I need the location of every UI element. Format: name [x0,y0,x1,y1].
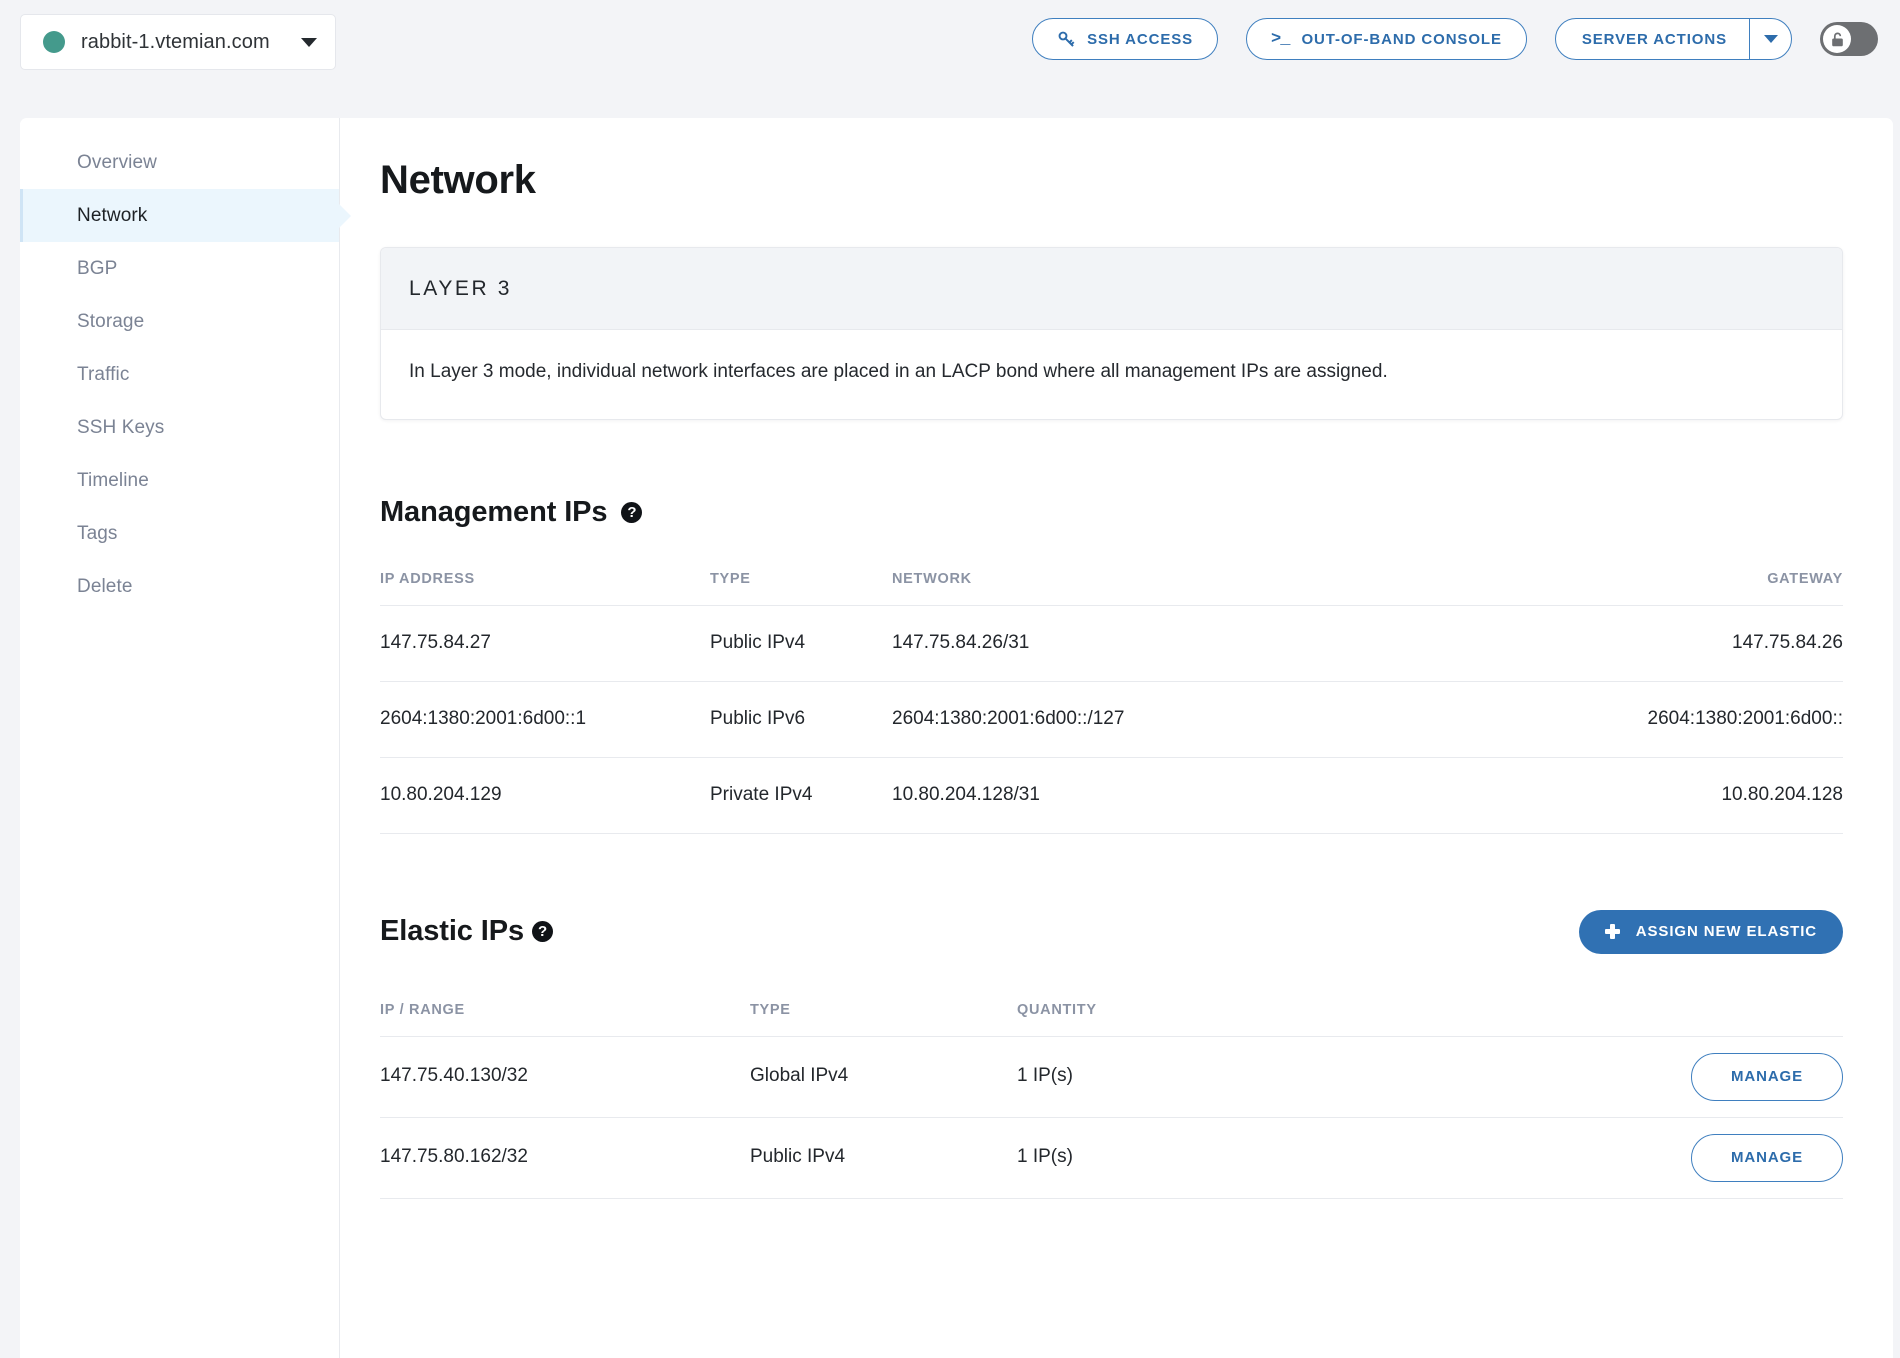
cell-ip-range: 147.75.40.130/32 [380,1036,750,1117]
server-selector[interactable]: rabbit-1.vtemian.com [20,14,336,70]
cell-type: Public IPv4 [750,1117,1017,1198]
table-header-row: IP ADDRESS TYPE NETWORK GATEWAY [380,571,1843,606]
assign-new-elastic-label: ASSIGN NEW ELASTIC [1636,923,1817,940]
sidebar-item-label: BGP [77,258,117,280]
sidebar-item-label: Delete [77,576,133,598]
plus-icon [1605,924,1620,939]
cell-quantity: 1 IP(s) [1017,1036,1653,1117]
layer-mode-heading: LAYER 3 [381,248,1842,330]
elastic-ips-title-label: Elastic IPs [380,915,524,948]
table-row: 147.75.84.27 Public IPv4 147.75.84.26/31… [380,605,1843,681]
sidebar-item-network[interactable]: Network [20,189,339,242]
elastic-ips-title: Elastic IPs ? [380,915,553,948]
sidebar-item-label: Storage [77,311,144,333]
sidebar: Overview Network BGP Storage Traffic SSH… [20,118,340,1358]
cell-type: Global IPv4 [750,1036,1017,1117]
column-header-ip-address: IP ADDRESS [380,571,710,606]
server-actions-label: SERVER ACTIONS [1556,19,1749,59]
server-actions-dropdown-toggle[interactable] [1749,19,1791,59]
cell-ip-address: 2604:1380:2001:6d00::1 [380,681,710,757]
out-of-band-console-button[interactable]: >_ OUT-OF-BAND CONSOLE [1246,18,1527,60]
sidebar-item-label: Timeline [77,470,149,492]
cell-type: Public IPv4 [710,605,892,681]
table-row: 147.75.40.130/32 Global IPv4 1 IP(s) MAN… [380,1036,1843,1117]
layer-mode-description: In Layer 3 mode, individual network inte… [381,330,1842,419]
sidebar-item-label: Overview [77,152,157,174]
column-header-ip-range: IP / RANGE [380,1002,750,1037]
table-row: 147.75.80.162/32 Public IPv4 1 IP(s) MAN… [380,1117,1843,1198]
help-icon[interactable]: ? [532,921,553,942]
content-area: Network LAYER 3 In Layer 3 mode, individ… [340,118,1893,1358]
terminal-prompt-icon: >_ [1271,30,1289,49]
cell-network: 10.80.204.128/31 [892,757,1409,833]
cell-gateway: 10.80.204.128 [1409,757,1843,833]
page-title: Network [380,158,1843,203]
table-row: 2604:1380:2001:6d00::1 Public IPv6 2604:… [380,681,1843,757]
table-header-row: IP / RANGE TYPE QUANTITY [380,1002,1843,1037]
top-actions: SSH ACCESS >_ OUT-OF-BAND CONSOLE SERVER… [1032,18,1878,60]
sidebar-item-label: Traffic [77,364,129,386]
sidebar-item-ssh-keys[interactable]: SSH Keys [20,401,339,454]
column-header-network: NETWORK [892,571,1409,606]
management-ips-table: IP ADDRESS TYPE NETWORK GATEWAY 147.75.8… [380,571,1843,834]
cell-network: 2604:1380:2001:6d00::/127 [892,681,1409,757]
elastic-ips-section: Elastic IPs ? ASSIGN NEW ELASTIC IP / RA… [380,910,1843,1199]
top-bar: rabbit-1.vtemian.com SSH ACCESS >_ OUT-O… [0,0,1900,82]
management-ips-section: Management IPs ? IP ADDRESS TYPE NETWORK… [380,496,1843,834]
column-header-type: TYPE [750,1002,1017,1037]
sidebar-item-tags[interactable]: Tags [20,507,339,560]
column-header-gateway: GATEWAY [1409,571,1843,606]
server-actions-button[interactable]: SERVER ACTIONS [1555,18,1792,60]
table-row: 10.80.204.129 Private IPv4 10.80.204.128… [380,757,1843,833]
chevron-down-icon [301,38,317,47]
sidebar-item-label: SSH Keys [77,417,164,439]
cell-network: 147.75.84.26/31 [892,605,1409,681]
out-of-band-console-label: OUT-OF-BAND CONSOLE [1301,31,1501,48]
cell-ip-address: 10.80.204.129 [380,757,710,833]
column-header-actions [1653,1002,1843,1037]
cell-actions: MANAGE [1653,1036,1843,1117]
cell-type: Public IPv6 [710,681,892,757]
management-ips-header: Management IPs ? [380,496,1843,529]
cell-ip-address: 147.75.84.27 [380,605,710,681]
main-panel: Overview Network BGP Storage Traffic SSH… [20,118,1893,1358]
elastic-ips-table: IP / RANGE TYPE QUANTITY 147.75.40.130/3… [380,1002,1843,1199]
cell-gateway: 2604:1380:2001:6d00:: [1409,681,1843,757]
cell-gateway: 147.75.84.26 [1409,605,1843,681]
server-status-dot [43,31,65,53]
cell-ip-range: 147.75.80.162/32 [380,1117,750,1198]
sidebar-item-timeline[interactable]: Timeline [20,454,339,507]
ssh-access-button[interactable]: SSH ACCESS [1032,18,1218,60]
sidebar-item-delete[interactable]: Delete [20,560,339,613]
management-ips-title-label: Management IPs [380,496,607,529]
unlock-icon [1829,31,1846,48]
sidebar-item-traffic[interactable]: Traffic [20,348,339,401]
column-header-type: TYPE [710,571,892,606]
management-ips-title: Management IPs ? [380,496,642,529]
sidebar-item-label: Tags [77,523,118,545]
cell-quantity: 1 IP(s) [1017,1117,1653,1198]
server-name-label: rabbit-1.vtemian.com [81,31,270,54]
elastic-ips-header: Elastic IPs ? ASSIGN NEW ELASTIC [380,910,1843,954]
assign-new-elastic-button[interactable]: ASSIGN NEW ELASTIC [1579,910,1843,954]
layer-mode-card: LAYER 3 In Layer 3 mode, individual netw… [380,247,1843,420]
manage-button[interactable]: MANAGE [1691,1053,1843,1101]
sidebar-item-storage[interactable]: Storage [20,295,339,348]
sidebar-item-overview[interactable]: Overview [20,136,339,189]
cell-type: Private IPv4 [710,757,892,833]
lock-toggle[interactable] [1820,22,1878,56]
sidebar-item-label: Network [77,205,147,227]
lock-toggle-knob [1823,25,1851,53]
ssh-access-label: SSH ACCESS [1087,31,1193,48]
cell-actions: MANAGE [1653,1117,1843,1198]
column-header-quantity: QUANTITY [1017,1002,1653,1037]
manage-button[interactable]: MANAGE [1691,1134,1843,1182]
help-icon[interactable]: ? [621,502,642,523]
key-icon [1057,30,1075,48]
sidebar-item-bgp[interactable]: BGP [20,242,339,295]
chevron-down-icon [1764,35,1778,43]
